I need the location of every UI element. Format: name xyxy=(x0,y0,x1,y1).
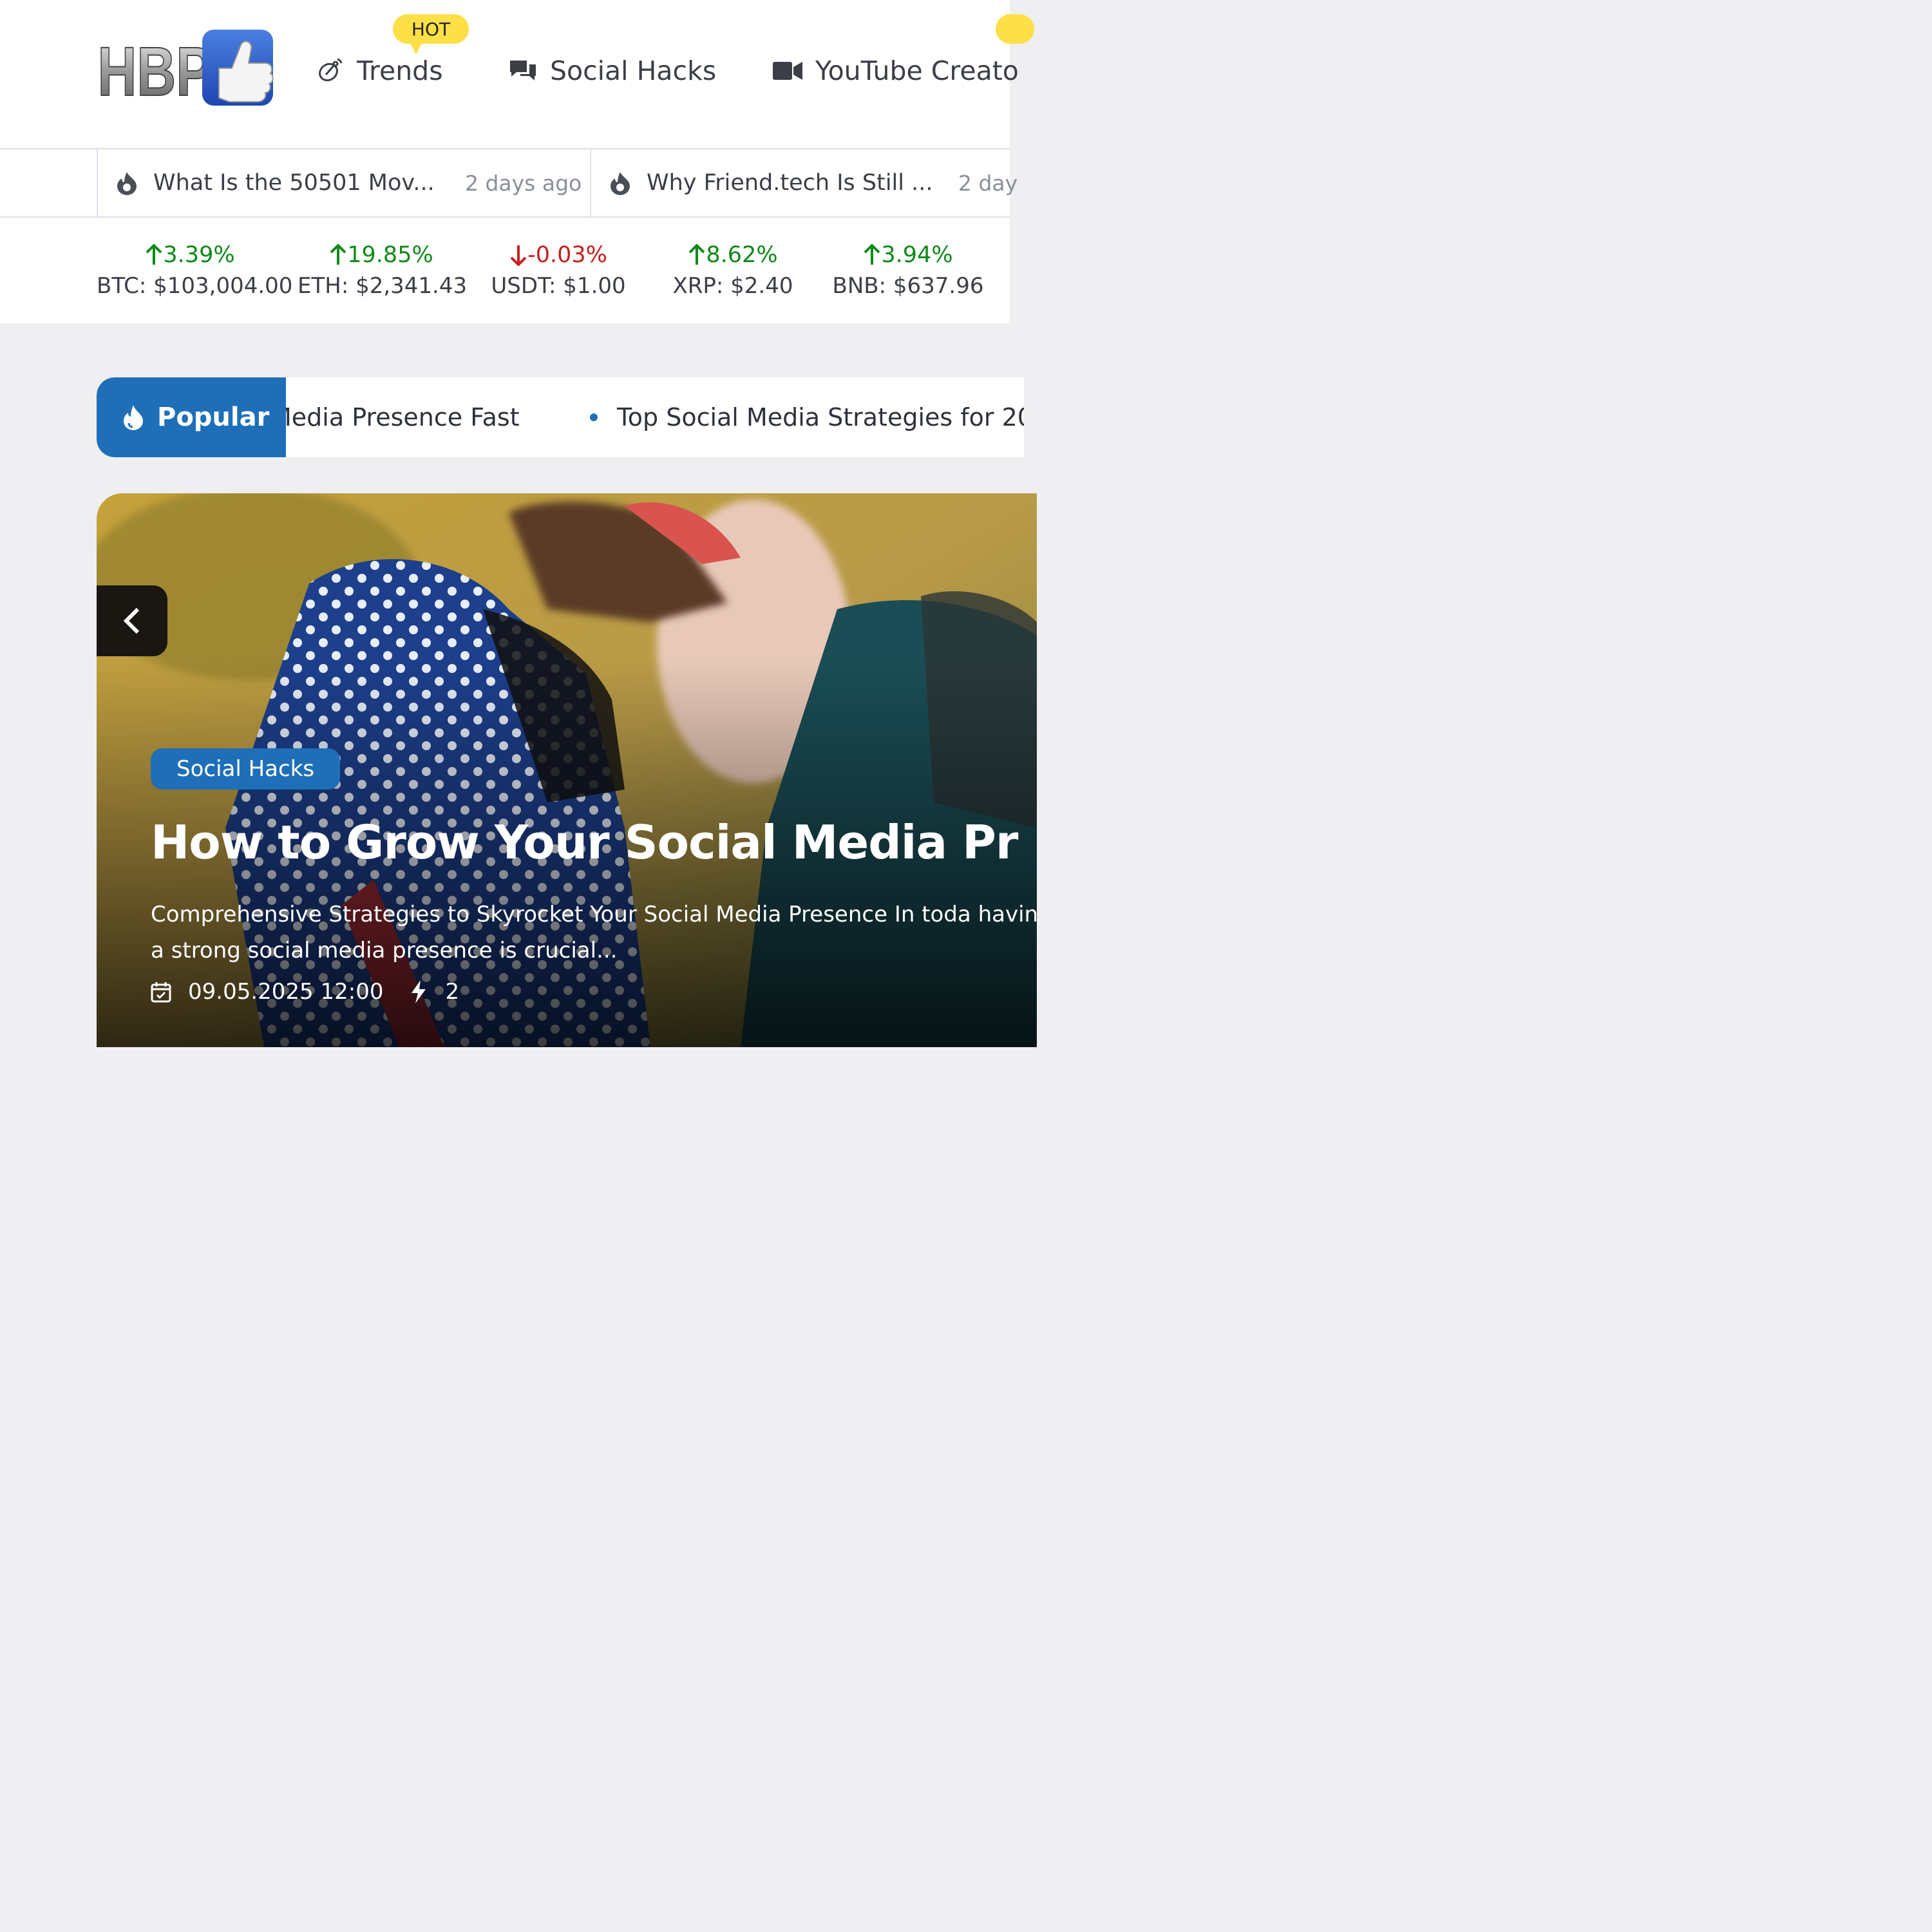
coin-eth[interactable]: 19.85% ETH: $2,341.43 xyxy=(298,241,468,299)
hot-badge-partial xyxy=(996,14,1034,44)
coin-change: 3.94% xyxy=(831,241,985,269)
hot-badge-label: HOT xyxy=(411,18,451,40)
article-title[interactable]: How to Grow Your Social Media Pr xyxy=(151,815,1018,869)
popular-ticker: Media Presence Fast Top Social Media Str… xyxy=(97,377,1024,457)
arrow-down-icon xyxy=(510,245,527,266)
popular-item[interactable]: Media Presence Fast xyxy=(270,403,520,431)
arrow-up-icon xyxy=(688,244,705,265)
ticker-item[interactable]: Why Friend.tech Is Still ... 2 day xyxy=(590,149,1041,216)
ticker-title: Why Friend.tech Is Still ... xyxy=(647,170,933,196)
coin-btc[interactable]: 3.39% BTC: $103,004.00 xyxy=(97,241,293,299)
chat-bubbles-icon xyxy=(510,61,536,80)
coin-bnb[interactable]: 3.94% BNB: $637.96 xyxy=(831,241,985,299)
popular-label: Popular xyxy=(97,377,286,457)
flame-icon xyxy=(124,405,143,430)
flame-icon xyxy=(611,172,630,195)
satellite-dish-icon xyxy=(319,58,343,82)
site-header: HBP HOT Trends Social Hacks YouTube Crea… xyxy=(0,0,1034,148)
calendar-icon xyxy=(151,982,171,1003)
coin-change: 3.39% xyxy=(97,241,283,269)
article-excerpt: Comprehensive Strategies to Skyrocket Yo… xyxy=(151,902,1037,963)
popular-item[interactable]: Top Social Media Strategies for 20 xyxy=(617,403,1024,431)
nav-youtube-creators-label: YouTube Creato xyxy=(815,55,1019,86)
ticker-title: What Is the 50501 Mov... xyxy=(153,170,435,196)
article-meta: 09.05.2025 12:00 2 xyxy=(151,979,459,1005)
article-date: 09.05.2025 12:00 xyxy=(188,979,384,1005)
coin-change: 8.62% xyxy=(663,241,802,269)
coin-price: XRP: $2.40 xyxy=(672,273,793,299)
chevron-left-icon xyxy=(123,607,140,634)
video-camera-icon xyxy=(773,62,802,80)
news-ticker: What Is the 50501 Mov... 2 days ago Why … xyxy=(0,148,1018,218)
coin-usdt[interactable]: -0.03% USDT: $1.00 xyxy=(484,241,632,299)
flame-icon xyxy=(117,172,137,195)
arrow-up-icon xyxy=(146,244,162,265)
nav-trends[interactable]: Trends xyxy=(316,55,443,86)
ticker-item[interactable]: What Is the 50501 Mov... 2 days ago xyxy=(97,149,590,216)
nav-youtube-creators[interactable]: YouTube Creato xyxy=(773,55,1019,86)
article-views: 2 xyxy=(445,979,460,1005)
coin-xrp[interactable]: 8.62% XRP: $2.40 xyxy=(663,241,802,299)
ticker-time: 2 days ago xyxy=(465,170,582,196)
coin-change: 19.85% xyxy=(298,241,465,269)
arrow-up-icon xyxy=(864,244,880,265)
nav-social-hacks[interactable]: Social Hacks xyxy=(509,55,716,86)
nav-trends-label: Trends xyxy=(357,55,443,86)
featured-slider[interactable]: Social Hacks How to Grow Your Social Med… xyxy=(97,493,1037,1047)
bolt-icon xyxy=(412,980,426,1003)
svg-text:HBP: HBP xyxy=(98,32,213,109)
coin-price: USDT: $1.00 xyxy=(491,273,626,299)
coin-change: -0.03% xyxy=(484,241,632,269)
coin-price: ETH: $2,341.43 xyxy=(298,273,468,299)
nav-social-hacks-label: Social Hacks xyxy=(550,55,717,86)
coin-price: BTC: $103,004.00 xyxy=(97,273,293,299)
site-logo[interactable]: HBP xyxy=(97,23,274,111)
separator-dot xyxy=(590,413,598,421)
ticker-time: 2 day xyxy=(958,170,1018,196)
coin-price: BNB: $637.96 xyxy=(832,273,984,299)
crypto-prices: 3.39% BTC: $103,004.00 19.85% ETH: $2,34… xyxy=(0,218,1010,323)
arrow-up-icon xyxy=(330,244,346,265)
slider-prev-button[interactable] xyxy=(97,585,167,656)
category-badge[interactable]: Social Hacks xyxy=(151,748,341,790)
hot-badge: HOT xyxy=(393,14,469,54)
